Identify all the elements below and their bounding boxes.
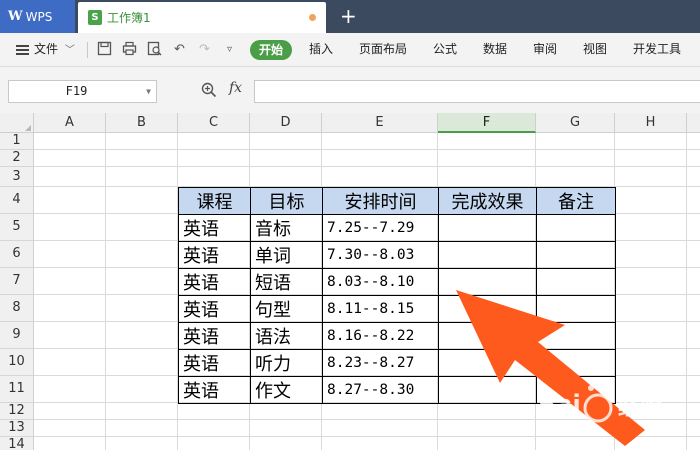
baidu-jingyan-watermark: Bai 经验 [536,378,696,438]
watermark-text-2: 经验 [618,396,663,421]
wps-spreadsheet-window: { "titlebar": { "app_name": "WPS", "doc_… [0,0,700,450]
watermark-text: Bai [538,390,581,418]
